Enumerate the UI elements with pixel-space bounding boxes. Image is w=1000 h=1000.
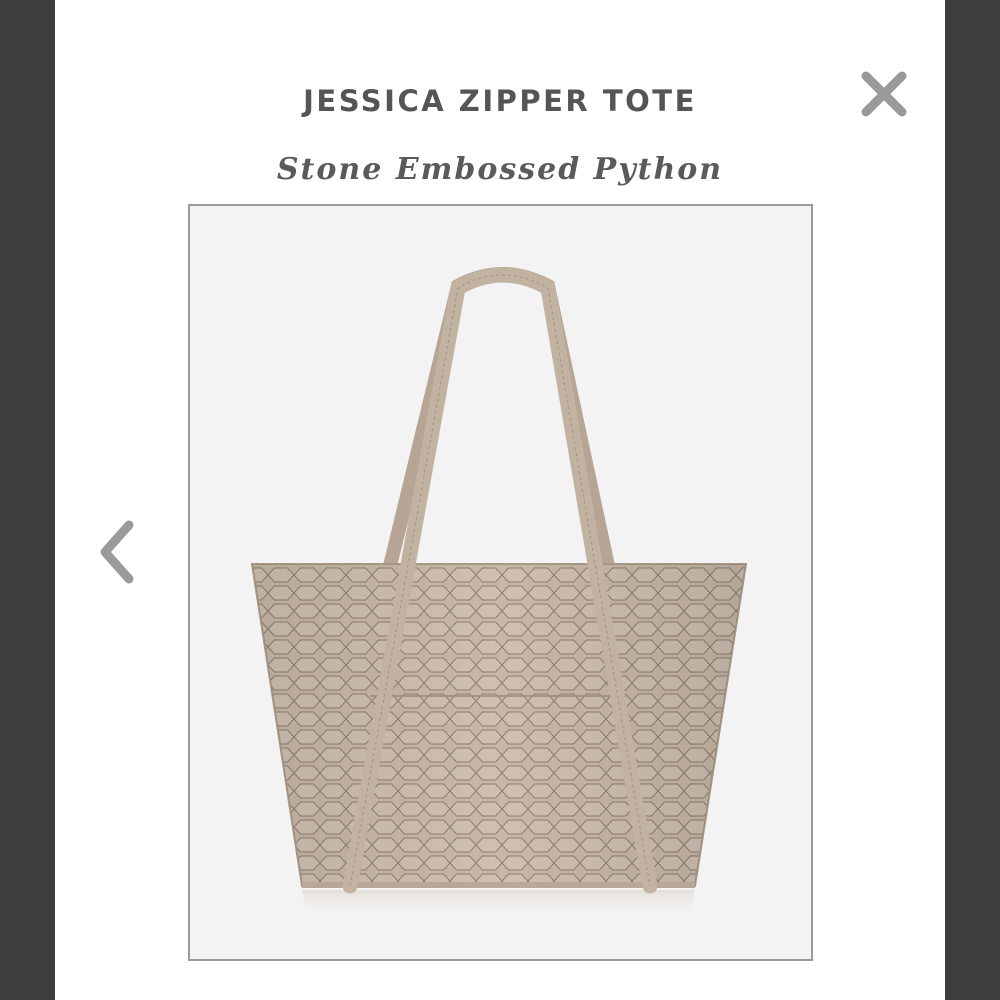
product-image-frame [188, 204, 813, 961]
close-button[interactable] [858, 68, 910, 120]
previous-image-button[interactable] [93, 515, 143, 590]
tote-bag-image [250, 267, 748, 918]
close-icon [861, 71, 907, 117]
product-title: JESSICA ZIPPER TOTE [303, 84, 697, 118]
chevron-left-icon [100, 520, 134, 584]
product-modal: JESSICA ZIPPER TOTE Stone Embossed Pytho… [55, 0, 945, 1000]
product-color-name: Stone Embossed Python [276, 152, 724, 187]
